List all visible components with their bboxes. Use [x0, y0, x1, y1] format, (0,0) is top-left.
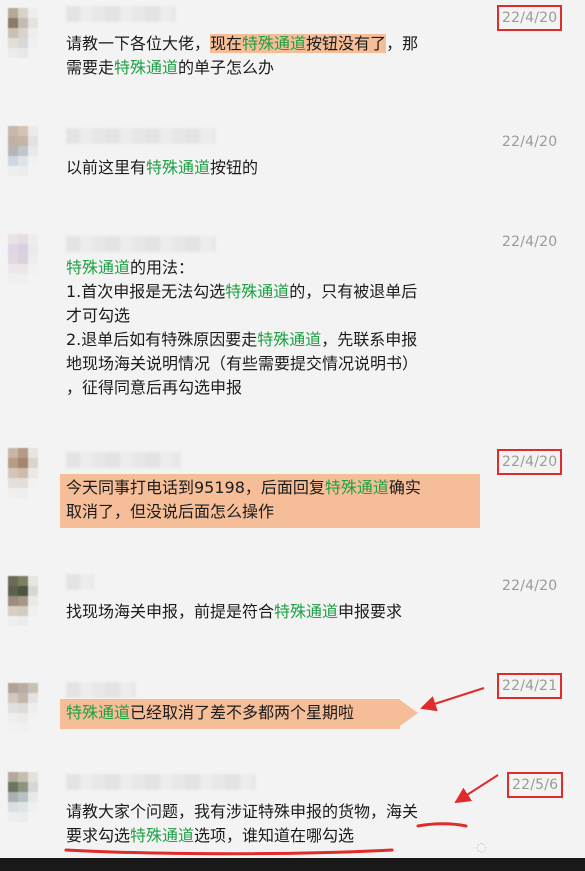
message-text: 以前这里有特殊通道按钮的 — [66, 156, 258, 180]
message-timestamp: 22/4/21 — [496, 673, 563, 699]
message-timestamp: 22/4/20 — [496, 449, 563, 475]
message-timestamp: 22/4/20 — [502, 578, 558, 594]
sender-name-blurred — [66, 6, 176, 22]
text-segment: 按钮没有了 — [306, 34, 387, 53]
message-text: 特殊通道已经取消了差不多都两个星期啦 — [60, 699, 400, 729]
message-line: 2.退单后如有特殊原因要走特殊通道，先联系申报 — [66, 328, 418, 352]
message-line: 要求勾选特殊通道选项，谁知道在哪勾选 — [66, 824, 418, 848]
message-timestamp: 22/5/6 — [506, 772, 564, 798]
annotation-arrow — [420, 687, 485, 712]
text-segment: 的用法： — [130, 258, 195, 277]
text-segment: 确实 — [388, 478, 421, 497]
highlight-pointer — [400, 700, 418, 726]
sender-name-blurred — [66, 574, 94, 590]
message-text: 找现场海关申报，前提是符合特殊通道申报要求 — [66, 600, 402, 624]
keyword-text: 特殊通道 — [257, 330, 322, 349]
message-line: 取消了，但没说后面怎么操作 — [66, 500, 474, 524]
message-line: 以前这里有特殊通道按钮的 — [66, 156, 258, 180]
keyword-text: 特殊通道 — [274, 602, 339, 621]
text-segment: 要求勾选 — [66, 826, 131, 845]
bottom-bar — [0, 858, 585, 871]
text-segment: ，那 — [386, 34, 419, 53]
message-text: 请教大家个问题，我有涉证特殊申报的货物，海关 要求勾选特殊通道选项，谁知道在哪勾选 — [66, 800, 418, 848]
avatar[interactable] — [8, 576, 38, 626]
text-segment: 2.退单后如有特殊原因要走 — [66, 330, 258, 349]
text-segment: 请教一下各位大佬， — [66, 34, 211, 53]
text-segment: 选项，谁知道在哪勾选 — [194, 826, 355, 845]
message-line: 请教一下各位大佬，现在特殊通道按钮没有了，那 — [66, 32, 418, 56]
text-segment: 需要走 — [66, 58, 115, 77]
keyword-text: 特殊通道 — [130, 826, 195, 845]
text-segment: 已经取消了差不多都两个星期啦 — [130, 703, 355, 722]
message-line: 找现场海关申报，前提是符合特殊通道申报要求 — [66, 600, 402, 624]
text-segment: 现在 — [210, 34, 243, 53]
sender-name-blurred — [66, 452, 181, 468]
annotation-arrow — [454, 774, 499, 804]
message-line: 请教大家个问题，我有涉证特殊申报的货物，海关 — [66, 800, 418, 824]
text-segment: 申报要求 — [338, 602, 403, 621]
message-line: 今天同事打电话到95198，后面回复特殊通道确实 — [66, 476, 474, 500]
text-segment: ，征得同意后再勾选申报 — [66, 378, 243, 397]
avatar[interactable] — [8, 126, 38, 176]
avatar[interactable] — [8, 683, 38, 733]
message-line: ，征得同意后再勾选申报 — [66, 376, 418, 400]
message-line: 特殊通道已经取消了差不多都两个星期啦 — [66, 701, 394, 725]
keyword-text: 特殊通道 — [225, 282, 290, 301]
message-line: 特殊通道的用法： — [66, 256, 418, 280]
avatar[interactable] — [8, 448, 38, 498]
text-segment: 请教大家个问题，我有涉证特殊申报的货物， — [66, 802, 387, 821]
message-timestamp: 22/4/20 — [496, 5, 563, 31]
annotation-underline — [416, 822, 468, 828]
avatar[interactable] — [8, 234, 38, 284]
keyword-text: 特殊通道 — [114, 58, 179, 77]
keyword-text: 特殊通道 — [66, 703, 131, 722]
sender-name-blurred — [66, 128, 216, 144]
message-text: 今天同事打电话到95198，后面回复特殊通道确实取消了，但没说后面怎么操作 — [60, 474, 480, 528]
text-segment: 地现场海关说明情况（有些需要提交情况说明书） — [66, 354, 419, 373]
sender-name-blurred — [66, 236, 216, 252]
watermark-icon: ◌ — [476, 840, 487, 854]
message-line: 1.首次申报是无法勾选特殊通道的，只有被退单后 — [66, 280, 418, 304]
annotation-underline — [64, 848, 394, 856]
avatar[interactable] — [8, 772, 38, 822]
message-timestamp: 22/4/20 — [502, 234, 558, 250]
keyword-text: 特殊通道 — [146, 158, 211, 177]
message-timestamp: 22/4/20 — [502, 134, 558, 150]
message-text: 特殊通道的用法： 1.首次申报是无法勾选特殊通道的，只有被退单后 才可勾选 2.退单后… — [66, 256, 418, 400]
message-line: 才可勾选 — [66, 304, 418, 328]
message-line: 地现场海关说明情况（有些需要提交情况说明书） — [66, 352, 418, 376]
sender-name-blurred — [66, 682, 136, 698]
text-segment: 按钮的 — [210, 158, 259, 177]
text-segment: 的单子怎么办 — [178, 58, 275, 77]
text-segment: 以前这里有 — [66, 158, 147, 177]
message-text: 请教一下各位大佬，现在特殊通道按钮没有了，那 需要走特殊通道的单子怎么办 — [66, 32, 418, 80]
text-segment: 海关 — [386, 802, 419, 821]
text-segment: 才可勾选 — [66, 306, 131, 325]
message-line: 需要走特殊通道的单子怎么办 — [66, 56, 418, 80]
keyword-text: 特殊通道 — [324, 478, 389, 497]
text-segment: 今天同事打电话到95198，后面回复 — [66, 478, 325, 497]
keyword-text: 特殊通道 — [66, 258, 131, 277]
text-segment: 取消了，但没说后面怎么操作 — [66, 502, 275, 521]
text-segment: 找现场海关申报，前提是符合 — [66, 602, 275, 621]
sender-name-blurred — [66, 774, 256, 790]
keyword-text: 特殊通道 — [242, 34, 307, 53]
text-segment: 的，只有被退单后 — [289, 282, 418, 301]
text-segment: ，先联系申报 — [321, 330, 418, 349]
avatar[interactable] — [8, 8, 38, 58]
text-segment: 1.首次申报是无法勾选 — [66, 282, 226, 301]
